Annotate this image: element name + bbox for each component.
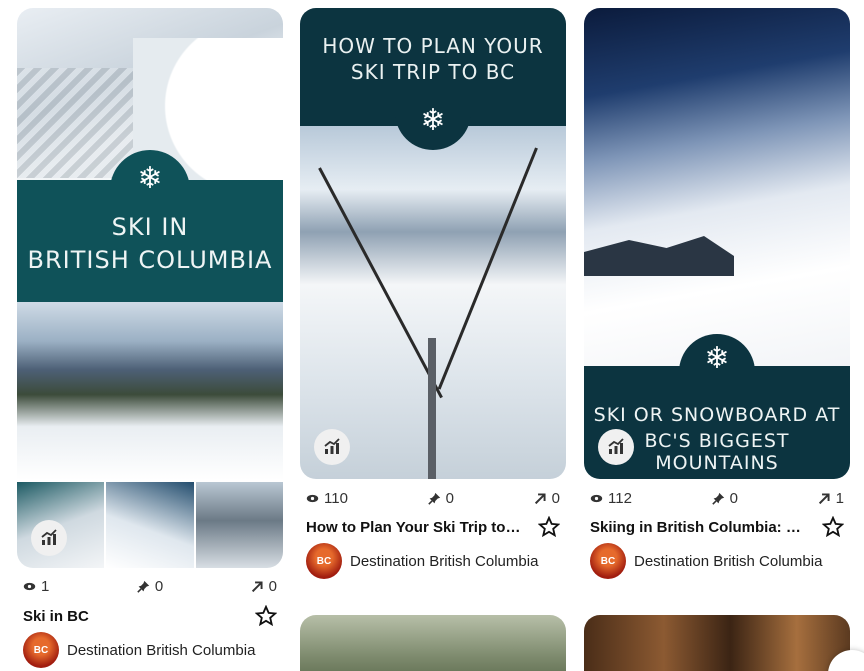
pin-icon [137,580,150,593]
pin-stats: 1 0 0 [17,578,283,595]
eye-icon [23,582,36,591]
pin-title-row: How to Plan Your Ski Trip to BC [300,516,566,538]
pin-author[interactable]: BC Destination British Columbia [300,543,538,579]
thumbnail[interactable] [106,482,194,568]
snowflake-icon: ❄ [137,162,163,195]
pin-card-preview[interactable] [584,615,850,671]
star-icon[interactable] [822,516,844,538]
snowflake-icon: ❄ [420,104,446,137]
pin-stats: 110 0 0 [300,490,566,507]
author-name[interactable]: Destination British Columbia [634,553,822,570]
stats-icon [324,438,340,454]
thumbnail[interactable] [195,482,283,568]
powder-skier-photo [584,8,850,368]
star-icon[interactable] [538,516,560,538]
author-name[interactable]: Destination British Columbia [350,553,538,570]
pin-image[interactable]: ❄ SKI IN BRITISH COLUMBIA [17,8,283,568]
avatar[interactable]: BC [23,632,59,668]
saves-stat: 0 [137,578,163,595]
avatar[interactable]: BC [306,543,342,579]
avatar[interactable]: BC [590,543,626,579]
outbound-stat: 0 [251,578,277,595]
pin-title[interactable]: Skiing in British Columbia: Top Resorts [590,519,805,536]
pin-author[interactable]: BC Destination British Columbia [17,632,255,668]
views-stat: 112 [590,490,632,507]
stats-button[interactable] [31,520,67,556]
overlay-line-1: HOW TO PLAN YOUR [322,34,544,58]
saves-stat: 0 [427,490,454,507]
outbound-arrow-icon [251,581,263,593]
pin-title-row: Skiing in British Columbia: Top Resorts [584,516,850,538]
stats-icon [608,438,624,454]
banner-band [17,180,283,302]
pin-title[interactable]: How to Plan Your Ski Trip to BC [306,519,521,536]
overlay-line-2: BRITISH COLUMBIA [27,246,273,274]
outbound-arrow-icon [818,493,830,505]
eye-icon [590,494,603,503]
pin-image[interactable]: ❄ SKI OR SNOWBOARD AT BC'S BIGGEST MOUNT… [584,8,850,479]
pin-icon [711,492,724,505]
lift-tower [428,338,436,479]
outbound-arrow-icon [534,493,546,505]
author-name[interactable]: Destination British Columbia [67,642,255,659]
pin-author[interactable]: BC Destination British Columbia [584,543,822,579]
snowflake-icon: ❄ [704,342,730,375]
pin-icon [427,492,440,505]
saves-stat: 0 [711,490,738,507]
pin-stats: 112 0 1 [584,490,850,507]
pin-title[interactable]: Ski in BC [23,608,89,625]
stats-icon [41,529,57,545]
stats-button[interactable] [314,429,350,465]
outbound-stat: 0 [534,490,560,507]
overlay-line-1: SKI IN [111,213,189,241]
overlay-line-1: SKI OR SNOWBOARD AT [593,404,841,426]
pin-card-preview[interactable] [300,615,566,671]
eye-icon [306,494,319,503]
views-stat: 1 [23,578,49,595]
star-icon[interactable] [255,605,277,627]
mountain-photo [17,302,283,480]
overlay-line-2: SKI TRIP TO BC [350,60,516,84]
views-stat: 110 [306,490,348,507]
pin-title-row: Ski in BC [17,605,283,627]
outbound-stat: 1 [818,490,844,507]
pin-image[interactable]: HOW TO PLAN YOUR SKI TRIP TO BC ❄ [300,8,566,479]
stats-button[interactable] [598,429,634,465]
